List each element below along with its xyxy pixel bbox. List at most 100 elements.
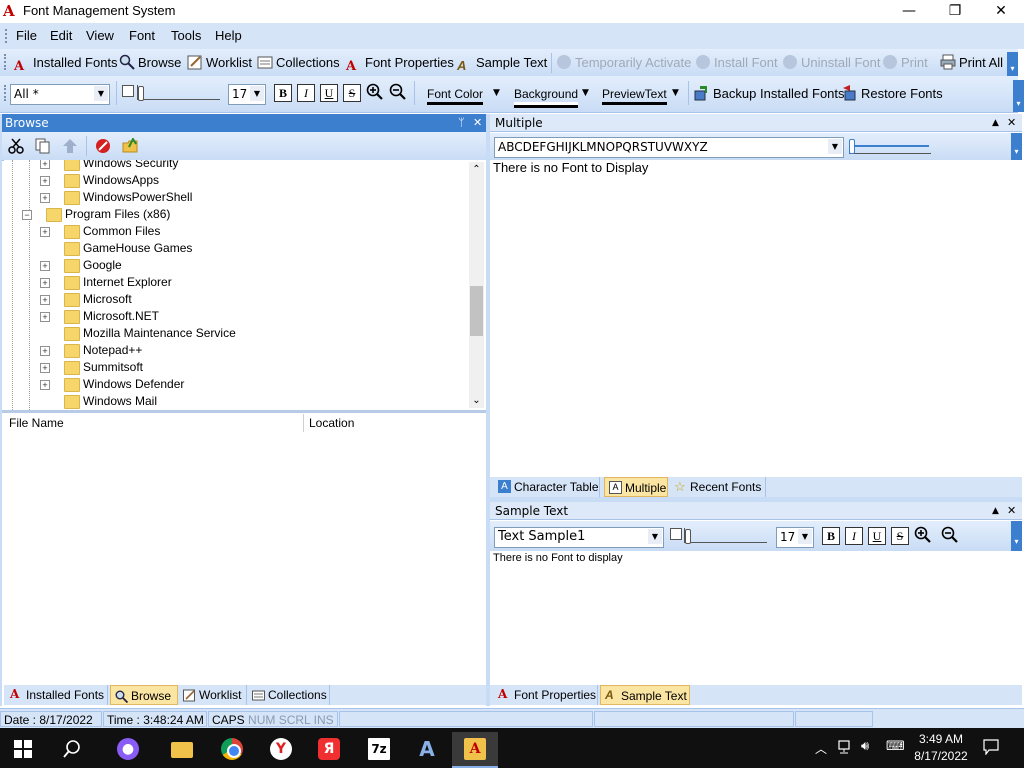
tab-browse[interactable]: Browse [110, 685, 178, 705]
menu-view[interactable]: View [86, 28, 114, 43]
stop-icon[interactable] [95, 138, 111, 154]
font-management-taskbar-icon[interactable]: A [452, 732, 498, 768]
backup-installed-fonts-button[interactable]: Backup Installed Fonts [694, 84, 845, 104]
column-location[interactable]: Location [309, 416, 354, 430]
menu-file[interactable]: File [16, 28, 37, 43]
tree-item[interactable]: + Microsoft.NET [4, 308, 464, 325]
slider-thumb[interactable] [685, 529, 691, 544]
expand-icon[interactable]: + [40, 261, 50, 271]
font-color-dropdown-icon[interactable]: ▼ [493, 88, 500, 98]
scroll-up-icon[interactable]: ⌃ [469, 162, 484, 177]
menu-tools[interactable]: Tools [171, 28, 201, 43]
expand-icon[interactable]: + [40, 176, 50, 186]
print-button[interactable]: Print [883, 53, 928, 73]
network-icon[interactable] [838, 740, 854, 754]
install-font-button[interactable]: Install Font [696, 53, 778, 73]
tree-item[interactable]: Windows Mail [4, 393, 464, 410]
search-icon[interactable] [62, 739, 82, 759]
menu-edit[interactable]: Edit [50, 28, 72, 43]
sample-strikethrough-button[interactable]: S [891, 527, 909, 545]
chrome-icon[interactable] [209, 732, 255, 768]
open-folder-icon[interactable] [122, 136, 138, 154]
sample-text-select[interactable]: Text Sample1 ▼ [494, 527, 664, 548]
sample-bold-button[interactable]: B [822, 527, 840, 545]
print-all-button[interactable]: Print All [940, 53, 1003, 73]
size-slider[interactable] [684, 528, 767, 544]
expand-icon[interactable]: + [40, 346, 50, 356]
clock-date[interactable]: 8/17/2022 [910, 749, 972, 763]
expand-icon[interactable]: + [40, 295, 50, 305]
tree-item[interactable]: + WindowsPowerShell [4, 189, 464, 206]
tree-item[interactable]: + WindowsApps [4, 172, 464, 189]
expand-icon[interactable]: + [40, 227, 50, 237]
tab-installed-fonts[interactable]: A Installed Fonts [6, 685, 108, 705]
underline-button[interactable]: U [320, 84, 338, 102]
tree-item[interactable]: GameHouse Games [4, 240, 464, 257]
background-dropdown-icon[interactable]: ▼ [582, 88, 589, 98]
yandex-icon[interactable]: Я [306, 732, 352, 768]
uninstall-font-button[interactable]: Uninstall Font [783, 53, 880, 73]
toolbar-overflow-icon[interactable]: ▾ [1013, 80, 1024, 112]
pin-icon[interactable]: ᛘ [458, 114, 465, 132]
scroll-down-icon[interactable]: ⌄ [469, 393, 484, 408]
column-divider[interactable] [303, 414, 304, 432]
tab-sample-text[interactable]: A Sample Text [600, 685, 690, 705]
strikethrough-button[interactable]: S [343, 84, 361, 102]
preview-size-slider[interactable] [849, 139, 931, 154]
italic-button[interactable]: I [297, 84, 315, 102]
menu-font[interactable]: Font [129, 28, 155, 43]
scroll-thumb[interactable] [470, 286, 483, 336]
expand-icon[interactable]: + [40, 363, 50, 373]
restore-fonts-button[interactable]: Restore Fonts [842, 84, 943, 104]
sample-italic-button[interactable]: I [845, 527, 863, 545]
collections-button[interactable]: Collections [257, 53, 340, 73]
tab-collections[interactable]: Collections [248, 685, 330, 705]
preview-string-select[interactable]: ABCDEFGHIJKLMNOPQRSTUVWXYZ ▼ [494, 137, 844, 158]
temporarily-activate-button[interactable]: Temporarily Activate [557, 53, 691, 73]
windows-start-icon[interactable] [14, 740, 32, 758]
tree-item[interactable]: + Windows Defender [4, 376, 464, 393]
close-panel-icon[interactable]: ✕ [1007, 114, 1016, 132]
tab-recent-fonts[interactable]: ☆ Recent Fonts [670, 477, 766, 497]
preview-text-dropdown-icon[interactable]: ▼ [672, 88, 679, 98]
size-checkbox[interactable] [670, 528, 682, 540]
cut-icon[interactable] [8, 138, 24, 154]
close-panel-icon[interactable]: ✕ [473, 114, 482, 132]
expand-icon[interactable]: + [40, 278, 50, 288]
tree-item[interactable]: + Summitsoft [4, 359, 464, 376]
folder-tree[interactable]: + Windows Security + WindowsApps + WindowsPow… [4, 160, 486, 410]
tab-character-table[interactable]: A Character Table [494, 477, 600, 497]
copy-icon[interactable] [35, 138, 51, 154]
toolbar-overflow-icon[interactable]: ▾ [1011, 133, 1022, 160]
font-size-select[interactable]: 17 ▼ [228, 84, 266, 105]
minimize-button[interactable]: — [886, 0, 932, 23]
7zip-icon[interactable]: 7z [356, 732, 402, 768]
toolbar-overflow-icon[interactable]: ▾ [1007, 52, 1018, 76]
slider-thumb[interactable] [138, 86, 144, 101]
size-checkbox[interactable] [122, 85, 134, 97]
tab-worklist[interactable]: Worklist [179, 685, 247, 705]
expand-icon[interactable]: + [40, 193, 50, 203]
zoom-in-icon[interactable] [366, 83, 384, 101]
yandex-browser-icon[interactable]: Y [258, 732, 304, 768]
column-file-name[interactable]: File Name [9, 416, 64, 430]
tree-item[interactable]: Mozilla Maintenance Service [4, 325, 464, 342]
sample-text-button[interactable]: A Sample Text [457, 53, 547, 73]
language-icon[interactable]: ⌨ [886, 739, 905, 754]
size-slider[interactable] [137, 85, 220, 101]
tree-scrollbar[interactable]: ⌃ ⌄ [469, 162, 484, 408]
background-button[interactable]: Background [514, 87, 579, 105]
tree-item[interactable]: − Program Files (x86) [4, 206, 464, 223]
tab-font-properties[interactable]: A Font Properties [494, 685, 598, 705]
tree-item[interactable]: + Google [4, 257, 464, 274]
tab-multiple[interactable]: A Multiple [604, 477, 668, 497]
bold-button[interactable]: B [274, 84, 292, 102]
volume-icon[interactable]: 🔊︎ [861, 739, 869, 754]
font-filter-select[interactable]: All * ▼ [10, 84, 110, 105]
clock-time[interactable]: 3:49 AM [910, 732, 972, 746]
file-explorer-icon[interactable]: . [159, 732, 205, 768]
font-color-button[interactable]: Font Color [427, 87, 484, 105]
up-folder-icon[interactable] [62, 138, 78, 154]
worklist-button[interactable]: Worklist [187, 53, 252, 73]
tree-item[interactable]: + Common Files [4, 223, 464, 240]
